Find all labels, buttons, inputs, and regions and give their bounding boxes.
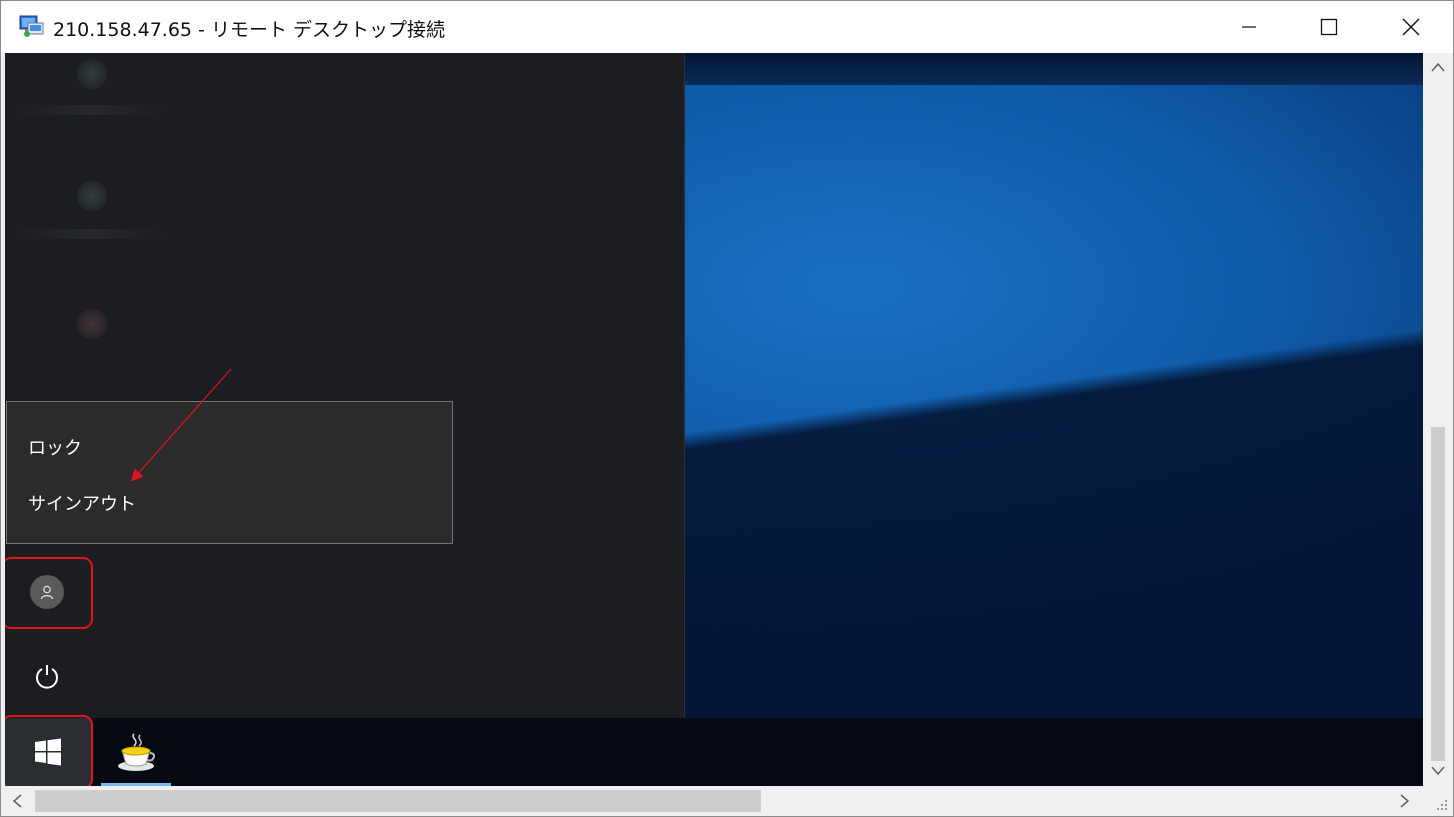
blurred-tile-label (15, 105, 165, 115)
power-button[interactable] (5, 643, 89, 709)
power-icon (36, 665, 58, 689)
horizontal-scroll-thumb[interactable] (35, 790, 761, 812)
close-icon (1402, 18, 1420, 36)
blurred-tile (77, 59, 107, 89)
resize-grip-icon (1437, 800, 1447, 810)
remote-desktop-viewport[interactable]: ロック サインアウト (5, 53, 1423, 786)
start-menu-panel: ロック サインアウト (5, 53, 685, 718)
user-avatar-icon (30, 575, 64, 609)
java-taskbar-app[interactable] (101, 718, 171, 786)
title-bar: 210.158.47.65 - リモート デスクトップ接続 (1, 1, 1453, 53)
account-popup-menu: ロック サインアウト (6, 401, 453, 544)
vertical-scrollbar[interactable] (1423, 53, 1453, 786)
windows-logo-icon (35, 738, 61, 766)
remote-desktop-window: 210.158.47.65 - リモート デスクトップ接続 ロック サインアウト (0, 0, 1454, 817)
scroll-down-arrow-icon[interactable] (1430, 765, 1446, 777)
maximize-icon (1320, 18, 1338, 36)
window-title: 210.158.47.65 - リモート デスクトップ接続 (53, 19, 445, 41)
close-button[interactable] (1371, 1, 1451, 53)
scroll-left-arrow-icon[interactable] (11, 793, 23, 809)
minimize-icon (1242, 26, 1256, 28)
sign-out-menu-item[interactable]: サインアウト (28, 490, 136, 516)
scroll-up-arrow-icon[interactable] (1430, 61, 1446, 73)
blurred-tile (77, 181, 107, 211)
horizontal-scrollbar[interactable] (5, 786, 1423, 816)
user-account-button[interactable] (5, 559, 89, 625)
wallpaper-top-strip (685, 53, 1423, 85)
start-button[interactable] (5, 718, 91, 786)
lock-menu-item[interactable]: ロック (28, 434, 82, 460)
blurred-tile (77, 309, 107, 339)
blurred-tile-label (15, 229, 165, 239)
taskbar (5, 718, 1423, 786)
minimize-button[interactable] (1209, 1, 1289, 53)
scroll-right-arrow-icon[interactable] (1399, 793, 1411, 809)
vertical-scroll-thumb[interactable] (1431, 427, 1445, 761)
resize-grip[interactable] (1423, 786, 1453, 816)
maximize-button[interactable] (1289, 1, 1369, 53)
java-coffee-cup-icon (118, 733, 156, 771)
remote-desktop-app-icon (19, 15, 44, 37)
